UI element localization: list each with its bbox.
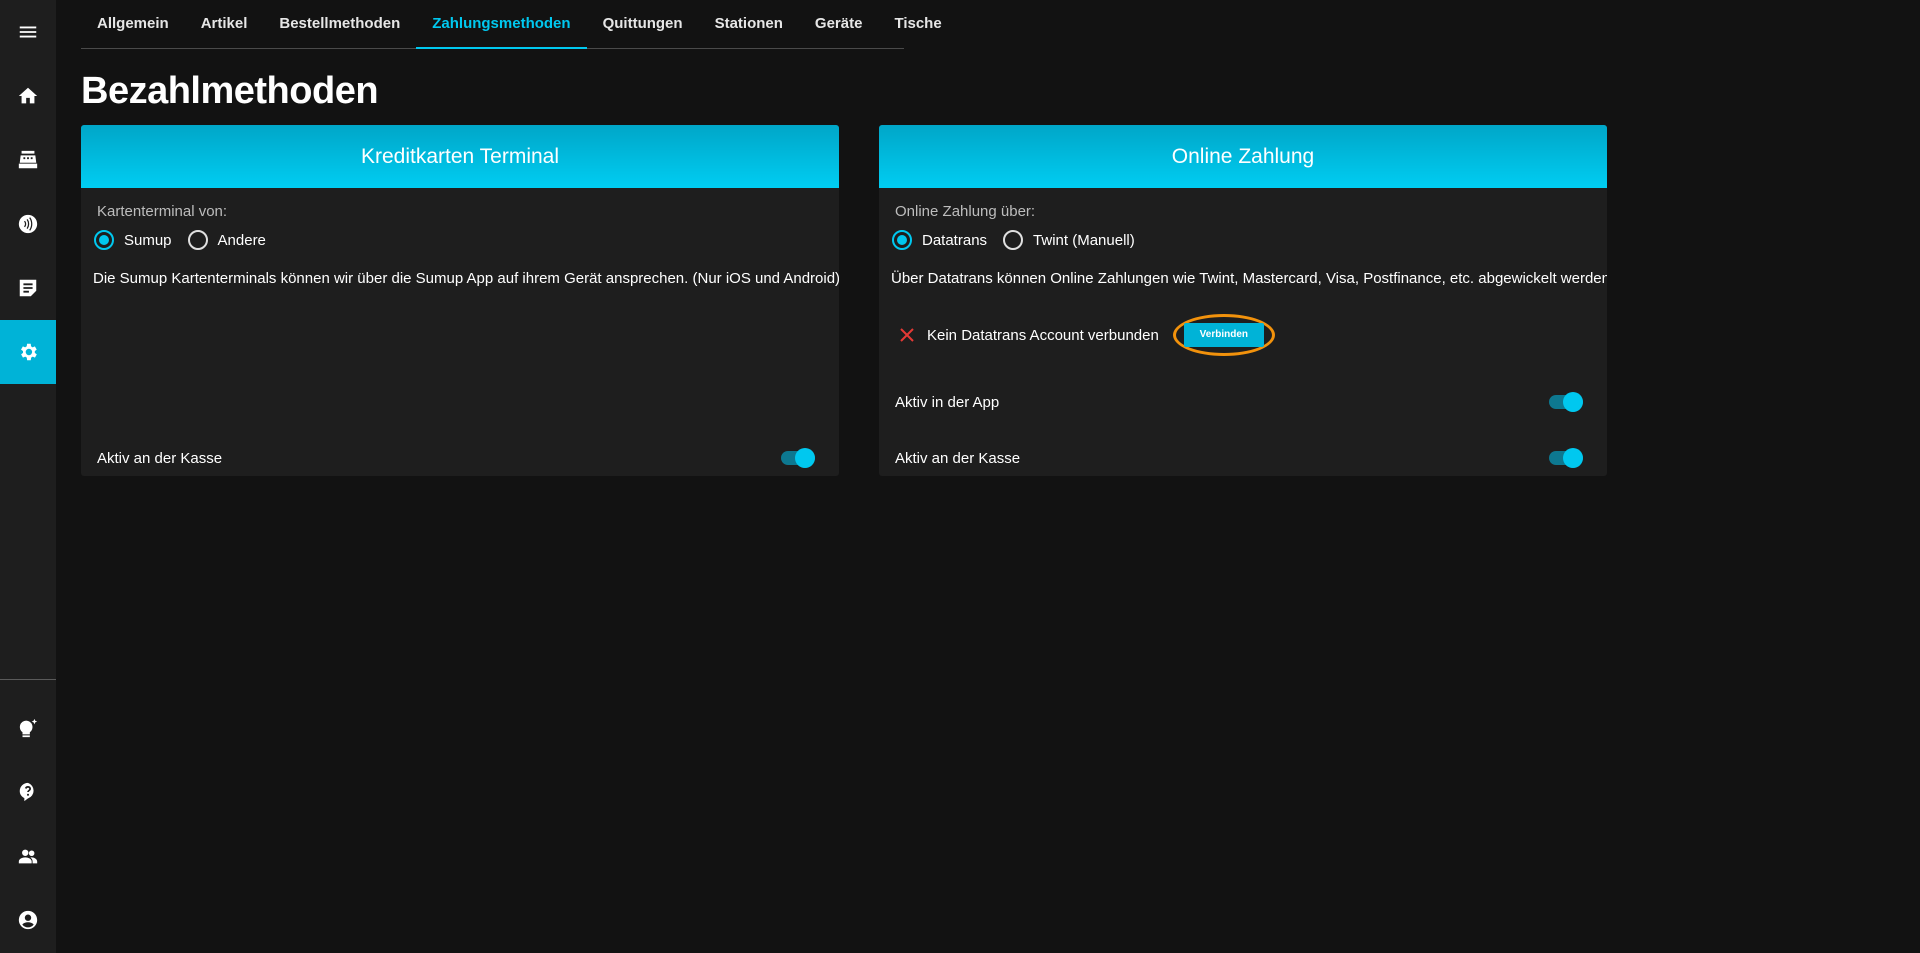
sidebar-item-home[interactable] xyxy=(0,64,56,128)
sidebar-item-notes[interactable] xyxy=(0,256,56,320)
toggle-row-kasse: Aktiv an der Kasse xyxy=(97,448,815,468)
tab-geraete[interactable]: Geräte xyxy=(799,0,879,48)
tab-zahlungsmethoden[interactable]: Zahlungsmethoden xyxy=(416,0,587,49)
close-icon xyxy=(900,328,914,342)
online-provider-label: Online Zahlung über: xyxy=(895,203,1036,220)
terminal-provider-label: Kartenterminal von: xyxy=(97,203,228,220)
radio-label: Andere xyxy=(217,231,266,249)
sidebar-item-cash-register[interactable] xyxy=(0,128,56,192)
cash-register-icon xyxy=(18,150,38,169)
people-icon xyxy=(18,849,38,864)
datatrans-status: Kein Datatrans Account verbunden Verbind… xyxy=(899,314,1275,356)
online-provider-radio-group: Datatrans Twint (Manuell) xyxy=(892,230,1151,250)
toggle-label: Aktiv an der Kasse xyxy=(895,449,1021,467)
home-icon xyxy=(18,87,38,104)
radio-checked-icon xyxy=(892,230,912,250)
toggle-label: Aktiv an der Kasse xyxy=(97,449,223,467)
tab-tische[interactable]: Tische xyxy=(878,0,957,48)
toggle-row-kasse: Aktiv an der Kasse xyxy=(895,448,1583,468)
menu-icon xyxy=(19,26,37,38)
switch-thumb xyxy=(1563,392,1583,412)
toggle-switch-app[interactable] xyxy=(1549,392,1583,412)
highlight-ring: Verbinden xyxy=(1172,314,1275,356)
toggle-switch-kasse[interactable] xyxy=(781,448,815,468)
tab-artikel[interactable]: Artikel xyxy=(185,0,264,48)
sidebar-item-team[interactable] xyxy=(0,824,56,888)
card-online-payment: Online Zahlung Online Zahlung über: Data… xyxy=(879,125,1607,476)
card-header: Kreditkarten Terminal xyxy=(81,125,839,188)
toggle-row-app: Aktiv in der App xyxy=(895,392,1583,412)
gear-icon xyxy=(21,343,37,361)
radio-unchecked-icon xyxy=(187,230,208,250)
tab-bestellmethoden[interactable]: Bestellmethoden xyxy=(263,0,416,48)
online-description: Über Datatrans können Online Zahlungen w… xyxy=(891,270,1607,287)
radio-label: Twint (Manuell) xyxy=(1033,231,1135,249)
connect-button[interactable]: Verbinden xyxy=(1183,323,1264,347)
note-icon xyxy=(19,279,37,297)
sidebar-item-account[interactable] xyxy=(0,888,56,952)
tab-stationen[interactable]: Stationen xyxy=(699,0,799,48)
settings-tabs: Allgemein Artikel Bestellmethoden Zahlun… xyxy=(81,0,942,49)
card-credit-terminal: Kreditkarten Terminal Kartenterminal von… xyxy=(81,125,839,476)
page-title: Bezahlmethoden xyxy=(81,70,379,112)
card-body: Kartenterminal von: Sumup Andere Die Sum… xyxy=(81,188,839,476)
switch-thumb xyxy=(795,448,815,468)
radio-sumup[interactable]: Sumup xyxy=(94,230,172,250)
sidebar-item-nfc[interactable] xyxy=(0,192,56,256)
sidebar-item-help[interactable] xyxy=(0,760,56,824)
radio-datatrans[interactable]: Datatrans xyxy=(892,230,987,250)
toggle-switch-kasse[interactable] xyxy=(1549,448,1583,468)
radio-andere[interactable]: Andere xyxy=(187,230,266,250)
lightbulb-sparkle-icon xyxy=(19,718,38,738)
radio-checked-icon xyxy=(94,230,114,250)
radio-unchecked-icon xyxy=(1003,230,1024,250)
status-text: Kein Datatrans Account verbunden xyxy=(927,326,1159,344)
sidebar-item-settings[interactable] xyxy=(0,320,56,384)
sidebar xyxy=(0,0,56,953)
switch-thumb xyxy=(1563,448,1583,468)
radio-twint-manuell[interactable]: Twint (Manuell) xyxy=(1003,230,1135,250)
tab-allgemein[interactable]: Allgemein xyxy=(81,0,185,48)
nfc-icon xyxy=(18,214,38,234)
toggle-label: Aktiv in der App xyxy=(895,393,1000,411)
menu-button[interactable] xyxy=(0,0,56,64)
card-body: Online Zahlung über: Datatrans Twint (Ma… xyxy=(879,188,1607,476)
terminal-provider-radio-group: Sumup Andere xyxy=(94,230,282,250)
radio-label: Datatrans xyxy=(922,231,988,249)
card-header: Online Zahlung xyxy=(879,125,1607,188)
help-icon xyxy=(19,782,34,802)
terminal-description: Die Sumup Kartenterminals können wir übe… xyxy=(93,270,839,287)
sidebar-divider xyxy=(0,679,56,680)
radio-label: Sumup xyxy=(124,231,172,249)
tab-quittungen[interactable]: Quittungen xyxy=(587,0,699,48)
account-icon xyxy=(18,910,38,930)
sidebar-item-ideas[interactable] xyxy=(0,696,56,760)
